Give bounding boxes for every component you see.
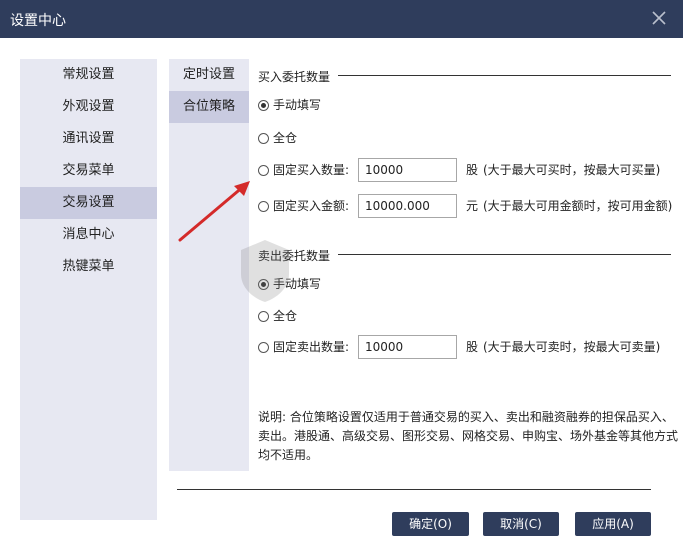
sell-all-radio[interactable] <box>258 311 269 322</box>
buy-all-option[interactable]: 全仓 <box>258 127 297 149</box>
sell-all-label: 全仓 <box>273 309 298 323</box>
nav-item-communication[interactable]: 通讯设置 <box>20 123 157 155</box>
sub-nav-position-strategy[interactable]: 合位策略 <box>169 91 249 123</box>
sell-fixed-qty-unit: 股 <box>466 340 479 354</box>
buy-fixed-amt-label: 固定买入金额: <box>273 199 350 213</box>
buy-manual-radio[interactable] <box>258 100 269 111</box>
buy-fixed-amt-unit: 元 <box>466 199 479 213</box>
buy-manual-option[interactable]: 手动填写 <box>258 94 321 116</box>
policy-note: 说明: 合位策略设置仅适用于普通交易的买入、卖出和融资融券的担保品买入、卖出。港… <box>258 410 679 462</box>
buy-section-title: 买入委托数量 <box>258 70 331 84</box>
sell-section-divider <box>338 254 671 255</box>
sell-fixed-qty-hint: (大于最大可卖时，按最大可卖量) <box>483 340 661 354</box>
nav-item-trade-menu[interactable]: 交易菜单 <box>20 155 157 187</box>
nav-item-appearance[interactable]: 外观设置 <box>20 91 157 123</box>
nav-item-message-center[interactable]: 消息中心 <box>20 219 157 251</box>
sell-fixed-qty-radio[interactable] <box>258 342 269 353</box>
cancel-button[interactable]: 取消(C) <box>483 512 559 536</box>
buy-fixed-amt-option[interactable]: 固定买入金额: <box>258 195 349 217</box>
buy-fixed-amt-hint: (大于最大可用金额时，按可用金额) <box>483 199 673 213</box>
sell-fixed-qty-label: 固定卖出数量: <box>273 340 350 354</box>
title-bar: 设置中心 <box>0 0 683 38</box>
buy-manual-label: 手动填写 <box>273 98 322 112</box>
left-nav: 常规设置 外观设置 通讯设置 交易菜单 交易设置 消息中心 热键菜单 <box>20 59 157 520</box>
sell-fixed-qty-input[interactable]: 10000 <box>358 335 457 359</box>
nav-item-hotkey-menu[interactable]: 热键菜单 <box>20 251 157 283</box>
buy-all-label: 全仓 <box>273 131 298 145</box>
dialog-content: 常规设置 外观设置 通讯设置 交易菜单 交易设置 消息中心 热键菜单 定时设置 … <box>0 38 683 555</box>
buy-fixed-qty-radio[interactable] <box>258 165 269 176</box>
apply-button[interactable]: 应用(A) <box>575 512 651 536</box>
sub-nav-timer-settings[interactable]: 定时设置 <box>169 59 249 91</box>
watermark-shield-icon <box>241 240 289 302</box>
buy-fixed-amt-radio[interactable] <box>258 201 269 212</box>
nav-item-general[interactable]: 常规设置 <box>20 59 157 91</box>
buy-all-radio[interactable] <box>258 133 269 144</box>
sell-fixed-qty-option[interactable]: 固定卖出数量: <box>258 336 349 358</box>
buy-fixed-amt-input[interactable]: 10000.000 <box>358 194 457 218</box>
buy-fixed-qty-input[interactable]: 10000 <box>358 158 457 182</box>
buy-fixed-qty-hint: (大于最大可买时，按最大可买量) <box>483 163 661 177</box>
buy-fixed-qty-unit: 股 <box>466 163 479 177</box>
footer-divider <box>177 489 651 490</box>
watermark-logo <box>235 236 295 309</box>
ok-button[interactable]: 确定(O) <box>392 512 469 536</box>
close-icon[interactable] <box>649 8 669 28</box>
buy-fixed-qty-label: 固定买入数量: <box>273 163 350 177</box>
buy-section-divider <box>338 75 671 76</box>
buy-fixed-qty-option[interactable]: 固定买入数量: <box>258 159 349 181</box>
nav-item-trade-settings[interactable]: 交易设置 <box>20 187 157 219</box>
window-title: 设置中心 <box>10 13 66 29</box>
